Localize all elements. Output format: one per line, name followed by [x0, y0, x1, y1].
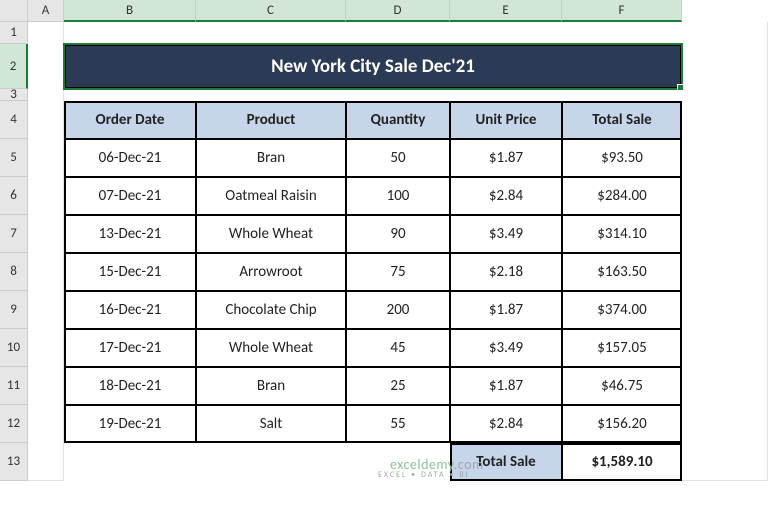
row-header[interactable]: 6: [0, 177, 28, 215]
cell-total[interactable]: $163.50: [562, 253, 682, 291]
cell-total[interactable]: $46.75: [562, 367, 682, 405]
cell-product[interactable]: Bran: [196, 139, 346, 177]
cell-product[interactable]: Bran: [196, 367, 346, 405]
cell-price[interactable]: $2.84: [450, 177, 562, 215]
cell-qty[interactable]: 200: [346, 291, 450, 329]
cell-total[interactable]: $157.05: [562, 329, 682, 367]
row-header[interactable]: 5: [0, 139, 28, 177]
cell-product[interactable]: Chocolate Chip: [196, 291, 346, 329]
cell-price[interactable]: $3.49: [450, 329, 562, 367]
header-product[interactable]: Product: [196, 101, 346, 139]
select-all-corner[interactable]: [0, 0, 28, 22]
cell-price[interactable]: $2.18: [450, 253, 562, 291]
cell-product[interactable]: Whole Wheat: [196, 215, 346, 253]
title-cell[interactable]: New York City Sale Dec'21: [64, 44, 682, 89]
cell-blank[interactable]: [28, 22, 64, 481]
cell-total[interactable]: $284.00: [562, 177, 682, 215]
footer-total-value[interactable]: $1,589.10: [562, 443, 682, 481]
cell-date[interactable]: 18-Dec-21: [64, 367, 196, 405]
cell-qty[interactable]: 45: [346, 329, 450, 367]
cell-total[interactable]: $314.10: [562, 215, 682, 253]
row-header[interactable]: 12: [0, 405, 28, 443]
cell-product[interactable]: Oatmeal Raisin: [196, 177, 346, 215]
selection-handle[interactable]: [677, 84, 684, 91]
cell-total[interactable]: $156.20: [562, 405, 682, 443]
cell-date[interactable]: 15-Dec-21: [64, 253, 196, 291]
cell-qty[interactable]: 90: [346, 215, 450, 253]
row-header[interactable]: 13: [0, 443, 28, 481]
cell-price[interactable]: $3.49: [450, 215, 562, 253]
row-header[interactable]: 8: [0, 253, 28, 291]
row-header[interactable]: 11: [0, 367, 28, 405]
row-header[interactable]: 4: [0, 101, 28, 139]
cell-price[interactable]: $1.87: [450, 139, 562, 177]
cell-date[interactable]: 16-Dec-21: [64, 291, 196, 329]
header-total-sale[interactable]: Total Sale: [562, 101, 682, 139]
col-header-e[interactable]: E: [450, 0, 562, 22]
cell-price[interactable]: $2.84: [450, 405, 562, 443]
cell-date[interactable]: 19-Dec-21: [64, 405, 196, 443]
cell-date[interactable]: 13-Dec-21: [64, 215, 196, 253]
col-header-b[interactable]: B: [64, 0, 196, 22]
cell-qty[interactable]: 55: [346, 405, 450, 443]
cell-qty[interactable]: 100: [346, 177, 450, 215]
col-header-f[interactable]: F: [562, 0, 682, 22]
col-header-c[interactable]: C: [196, 0, 346, 22]
row-header[interactable]: 10: [0, 329, 28, 367]
cell-qty[interactable]: 50: [346, 139, 450, 177]
watermark-sub: EXCEL • DATA • BI: [378, 470, 470, 480]
header-order-date[interactable]: Order Date: [64, 101, 196, 139]
cell-blank[interactable]: [682, 22, 768, 481]
cell-price[interactable]: $1.87: [450, 291, 562, 329]
cell-total[interactable]: $374.00: [562, 291, 682, 329]
cell-qty[interactable]: 75: [346, 253, 450, 291]
cell-qty[interactable]: 25: [346, 367, 450, 405]
row-header[interactable]: 2: [0, 44, 28, 89]
cell-product[interactable]: Arrowroot: [196, 253, 346, 291]
row-header[interactable]: 3: [0, 89, 28, 101]
header-quantity[interactable]: Quantity: [346, 101, 450, 139]
cell-date[interactable]: 07-Dec-21: [64, 177, 196, 215]
cell-product[interactable]: Salt: [196, 405, 346, 443]
cell-product[interactable]: Whole Wheat: [196, 329, 346, 367]
row-header[interactable]: 7: [0, 215, 28, 253]
cell-price[interactable]: $1.87: [450, 367, 562, 405]
cell-date[interactable]: 06-Dec-21: [64, 139, 196, 177]
header-unit-price[interactable]: Unit Price: [450, 101, 562, 139]
row-header[interactable]: 9: [0, 291, 28, 329]
col-header-d[interactable]: D: [346, 0, 450, 22]
cell-date[interactable]: 17-Dec-21: [64, 329, 196, 367]
col-header-a[interactable]: A: [28, 0, 64, 22]
row-header[interactable]: 1: [0, 22, 28, 44]
cell-total[interactable]: $93.50: [562, 139, 682, 177]
